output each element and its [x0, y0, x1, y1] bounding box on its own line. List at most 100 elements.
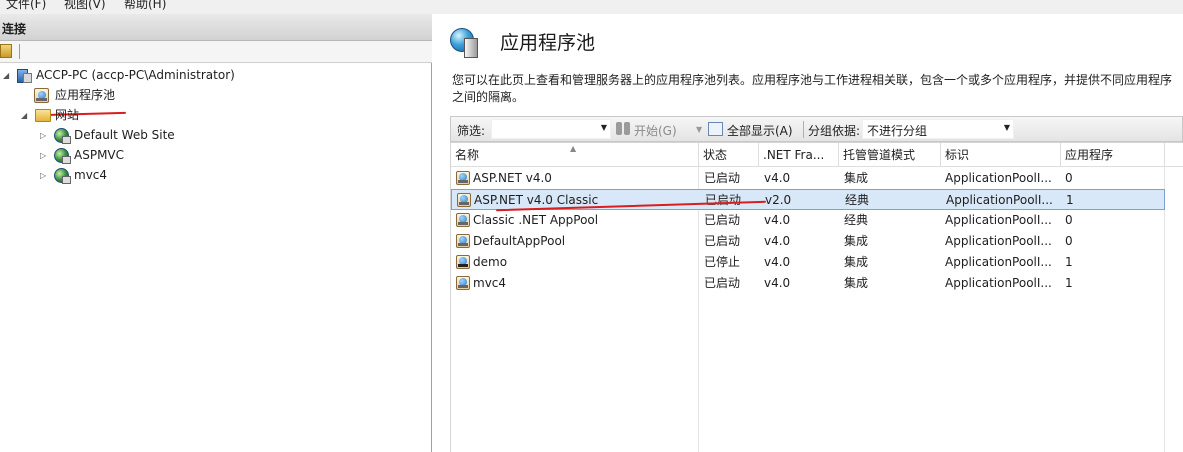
cell-identity: ApplicationPoolI... [945, 255, 1052, 269]
table-row[interactable]: Classic .NET AppPool 已启动 v4.0 经典 Application… [451, 210, 1165, 231]
server-icon [16, 68, 32, 83]
cell-status: 已启动 [704, 234, 741, 248]
cell-apps: 1 [1066, 193, 1074, 207]
cell-status: 已停止 [704, 255, 741, 269]
globe-icon [54, 148, 71, 164]
start-dropdown-icon[interactable]: ▼ [696, 125, 702, 134]
cell-net: v4.0 [764, 255, 791, 269]
dropdown-arrow-icon: ▼ [1003, 123, 1010, 132]
column-header-status[interactable]: 状态 [699, 143, 759, 167]
cell-apps: 1 [1065, 255, 1073, 269]
tree-node-site[interactable]: ▷ Default Web Site [0, 125, 200, 145]
cell-identity: ApplicationPoolI... [945, 276, 1052, 290]
cell-net: v4.0 [764, 276, 791, 290]
tree-node-app-pools[interactable]: 应用程序池 [34, 85, 126, 105]
cell-net: v2.0 [765, 193, 792, 207]
app-pools-title-icon [450, 26, 482, 58]
page-title: 应用程序池 [500, 32, 596, 54]
connections-title: 连接 [2, 22, 27, 36]
expand-arrow-icon[interactable]: ▷ [40, 166, 46, 186]
globe-icon [54, 128, 71, 144]
app-pool-icon [34, 88, 49, 103]
tree-node-site[interactable]: ▷ ASPMVC [0, 145, 200, 165]
tree-node-label: mvc4 [74, 168, 108, 182]
tree-node-label: ACCP-PC (accp-PC\Administrator) [36, 68, 235, 82]
table-row[interactable]: demo 已停止 v4.0 集成 ApplicationPoolI... 1 [451, 252, 1165, 273]
cell-name: ASP.NET v4.0 [473, 171, 552, 185]
cell-mode: 集成 [844, 276, 869, 290]
cell-identity: ApplicationPoolI... [945, 171, 1052, 185]
column-header-pipeline-mode[interactable]: 托管管道模式 [839, 143, 941, 167]
app-pool-icon [456, 276, 470, 290]
start-button[interactable]: 开始(G) [634, 122, 677, 139]
expand-arrow-icon[interactable]: ▷ [40, 126, 46, 146]
app-pool-icon [456, 255, 470, 269]
dropdown-arrow-icon: ▼ [600, 123, 607, 132]
add-connection-icon[interactable] [0, 44, 12, 58]
cell-mode: 经典 [845, 193, 870, 207]
connections-toolbar [0, 41, 432, 63]
menu-file[interactable]: 文件(F) [6, 0, 46, 12]
cell-name: demo [473, 255, 508, 269]
menu-view[interactable]: 视图(V) [64, 0, 106, 12]
table-header: 名称 ▲ 状态 .NET Fra... 托管管道模式 标识 应用程序 [451, 143, 1183, 167]
toolbar-separator [803, 121, 804, 138]
cell-apps: 0 [1065, 213, 1073, 227]
app-pool-icon [456, 234, 470, 248]
tree-node-label: 应用程序池 [55, 88, 116, 102]
filter-toolbar: 筛选: ▼ 开始(G) ▼ 全部显示(A) 分组依据: 不进行分组 ▼ [450, 116, 1183, 142]
show-all-button[interactable]: 全部显示(A) [727, 122, 793, 139]
page-description: 您可以在此页上查看和管理服务器上的应用程序池列表。应用程序池与工作进程相关联，包… [452, 73, 1173, 104]
menu-help[interactable]: 帮助(H) [124, 0, 166, 12]
table-row[interactable]: mvc4 已启动 v4.0 集成 ApplicationPoolI... 1 [451, 273, 1165, 294]
cell-apps: 0 [1065, 171, 1073, 185]
app-pool-icon [457, 193, 471, 207]
column-header-net-framework[interactable]: .NET Fra... [759, 143, 839, 167]
cell-status: 已启动 [704, 213, 741, 227]
filter-label: 筛选: [457, 124, 486, 138]
connections-header: 连接 [0, 14, 432, 41]
globe-icon [54, 168, 71, 184]
tree-node-server[interactable]: ◢ ACCP-PC (accp-PC\Administrator) [0, 65, 300, 85]
column-header-name[interactable]: 名称 ▲ [451, 143, 699, 167]
app-pool-icon [456, 213, 470, 227]
collapse-arrow-icon[interactable]: ◢ [21, 106, 27, 126]
cell-status: 已启动 [704, 171, 741, 185]
tree-node-site[interactable]: ▷ mvc4 [0, 165, 200, 185]
cell-mode: 经典 [844, 213, 869, 227]
collapse-arrow-icon[interactable]: ◢ [3, 66, 9, 86]
cell-name: DefaultAppPool [473, 234, 566, 248]
cell-mode: 集成 [844, 171, 869, 185]
cell-identity: ApplicationPoolI... [946, 193, 1053, 207]
cell-name: Classic .NET AppPool [473, 213, 599, 227]
folder-icon [35, 109, 51, 122]
table-row[interactable]: ASP.NET v4.0 已启动 v4.0 集成 ApplicationPoolI...… [451, 168, 1165, 189]
connections-pane: 连接 ◢ ACCP-PC (accp-PC\Administrator) 应用程… [0, 14, 432, 452]
column-header-identity[interactable]: 标识 [941, 143, 1061, 167]
cell-net: v4.0 [764, 213, 791, 227]
expand-arrow-icon[interactable]: ▷ [40, 146, 46, 166]
filter-input[interactable]: ▼ [491, 119, 611, 139]
group-by-label: 分组依据: [808, 124, 861, 138]
show-all-icon [708, 122, 723, 136]
group-by-select[interactable]: 不进行分组 ▼ [862, 119, 1014, 139]
sort-ascending-icon: ▲ [570, 144, 577, 153]
cell-apps: 0 [1065, 234, 1073, 248]
binoculars-icon [616, 122, 630, 135]
cell-identity: ApplicationPoolI... [945, 213, 1052, 227]
cell-mode: 集成 [844, 234, 869, 248]
cell-net: v4.0 [764, 234, 791, 248]
app-pool-table: 名称 ▲ 状态 .NET Fra... 托管管道模式 标识 应用程序 ASP.N… [450, 142, 1183, 452]
cell-status: 已启动 [704, 276, 741, 290]
tree-node-sites[interactable]: ◢ 网站 [0, 105, 120, 125]
cell-net: v4.0 [764, 171, 791, 185]
menu-bar: 文件(F) 视图(V) 帮助(H) [0, 0, 1183, 14]
cell-apps: 1 [1065, 276, 1073, 290]
table-row[interactable]: DefaultAppPool 已启动 v4.0 集成 ApplicationPoolI.… [451, 231, 1165, 252]
app-pool-icon [456, 171, 470, 185]
main-pane: 应用程序池 您可以在此页上查看和管理服务器上的应用程序池列表。应用程序池与工作进… [438, 14, 1183, 452]
cell-mode: 集成 [844, 255, 869, 269]
cell-status: 已启动 [705, 193, 742, 207]
cell-name: mvc4 [473, 276, 507, 290]
column-header-applications[interactable]: 应用程序 [1061, 143, 1165, 167]
